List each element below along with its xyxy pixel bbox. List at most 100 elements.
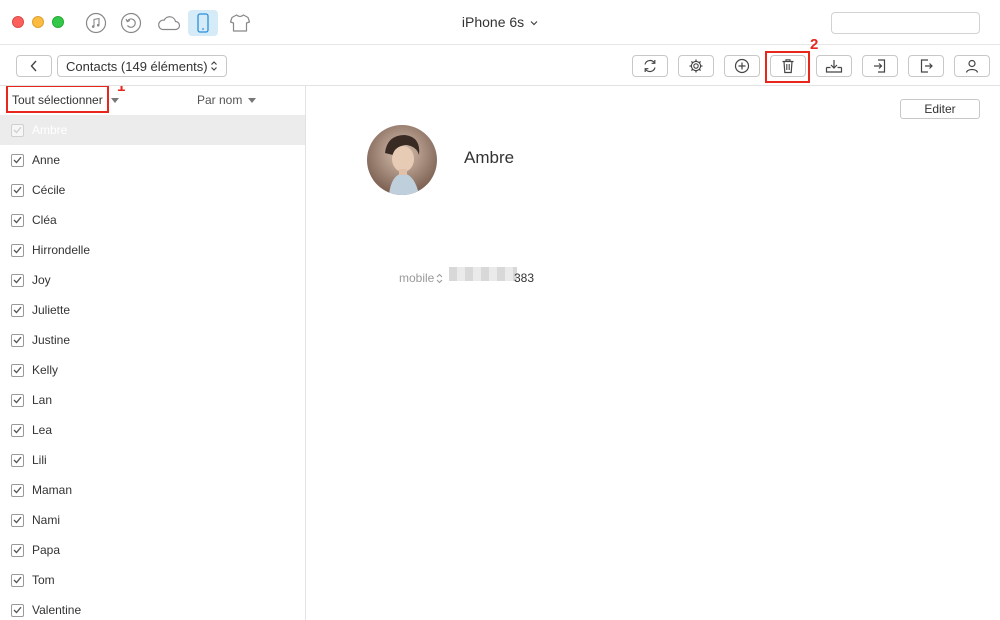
checkmark-icon xyxy=(13,366,22,374)
back-button[interactable] xyxy=(16,55,52,77)
cloud-icon[interactable] xyxy=(155,10,183,36)
contact-row[interactable]: Lea xyxy=(0,415,305,445)
contact-name: Tom xyxy=(32,573,55,587)
list-header: 1 Tout sélectionner Par nom xyxy=(0,86,305,114)
checkmark-icon xyxy=(13,336,22,344)
contact-checkbox[interactable] xyxy=(11,153,24,167)
step-1-number: 1 xyxy=(117,86,126,95)
contact-checkbox[interactable] xyxy=(11,513,24,527)
category-label: Contacts (149 éléments) xyxy=(66,58,208,74)
contact-row[interactable]: Cléa xyxy=(0,205,305,235)
contact-name: Cécile xyxy=(32,183,66,197)
contact-button[interactable] xyxy=(954,55,990,77)
checkmark-icon xyxy=(13,516,22,524)
contact-checkbox[interactable] xyxy=(11,363,24,377)
device-selector[interactable]: iPhone 6s xyxy=(440,14,560,30)
contact-checkbox[interactable] xyxy=(11,243,24,257)
contact-checkbox[interactable] xyxy=(11,453,24,467)
toolbar: Contacts (149 éléments) 2 xyxy=(0,36,1000,86)
refresh-button[interactable] xyxy=(632,55,668,77)
contact-icon xyxy=(965,59,979,73)
checkmark-icon xyxy=(13,576,22,584)
contact-row[interactable]: Justine xyxy=(0,325,305,355)
contact-row[interactable]: Valentine xyxy=(0,595,305,620)
contact-checkbox[interactable] xyxy=(11,123,24,137)
contact-name: Joy xyxy=(32,273,51,287)
contact-checkbox[interactable] xyxy=(11,303,24,317)
phone-type-selector[interactable]: mobile xyxy=(399,271,443,285)
contact-row[interactable]: Juliette xyxy=(0,295,305,325)
download-icon xyxy=(825,60,843,73)
checkmark-icon xyxy=(13,126,22,134)
contact-row[interactable]: Kelly xyxy=(0,355,305,385)
select-all-dropdown-icon[interactable] xyxy=(111,98,119,103)
phone-type-label: mobile xyxy=(399,271,435,285)
contact-name: Justine xyxy=(32,333,71,347)
search-box[interactable] xyxy=(831,12,997,34)
window-close-button[interactable] xyxy=(12,16,24,28)
checkmark-icon xyxy=(13,306,22,314)
contact-checkbox[interactable] xyxy=(11,423,24,437)
contact-name: Cléa xyxy=(32,213,57,227)
sort-dropdown[interactable]: Par nom xyxy=(197,93,257,107)
contact-list-panel: 1 Tout sélectionner Par nom Ambre Anne Céc… xyxy=(0,86,306,620)
contact-row[interactable]: Maman xyxy=(0,475,305,505)
window-maximize-button[interactable] xyxy=(52,16,64,28)
contact-checkbox[interactable] xyxy=(11,183,24,197)
export-button[interactable] xyxy=(908,55,944,77)
import-button[interactable] xyxy=(862,55,898,77)
shirt-icon[interactable] xyxy=(227,10,253,36)
import-icon xyxy=(874,59,886,73)
contact-row[interactable]: Ambre xyxy=(0,115,305,145)
contact-row[interactable]: Lan xyxy=(0,385,305,415)
search-input[interactable] xyxy=(842,16,997,30)
window-minimize-button[interactable] xyxy=(32,16,44,28)
chevron-left-icon xyxy=(30,60,37,72)
edit-button[interactable]: Editer xyxy=(900,99,980,119)
contact-row[interactable]: Joy xyxy=(0,265,305,295)
contact-row[interactable]: Nami xyxy=(0,505,305,535)
contact-checkbox[interactable] xyxy=(11,213,24,227)
phone-icon[interactable] xyxy=(188,10,218,36)
checkmark-icon xyxy=(13,546,22,554)
contact-name: Hirrondelle xyxy=(32,243,91,257)
category-select[interactable]: Contacts (149 éléments) xyxy=(57,55,227,77)
contact-name: Lili xyxy=(32,453,47,467)
contact-checkbox[interactable] xyxy=(11,603,24,617)
contact-checkbox[interactable] xyxy=(11,483,24,497)
download-to-computer-button[interactable] xyxy=(816,55,852,77)
contact-name: Anne xyxy=(32,153,61,167)
export-icon xyxy=(920,59,933,73)
checkmark-icon xyxy=(13,246,22,254)
contact-checkbox[interactable] xyxy=(11,333,24,347)
phone-number-redacted xyxy=(449,267,517,281)
contact-row[interactable]: Tom xyxy=(0,565,305,595)
settings-button[interactable] xyxy=(678,55,714,77)
contact-name: Valentine xyxy=(32,603,82,617)
contact-row[interactable]: Cécile xyxy=(0,175,305,205)
contact-checkbox[interactable] xyxy=(11,273,24,287)
contact-row[interactable]: Hirrondelle xyxy=(0,235,305,265)
music-icon[interactable] xyxy=(83,10,109,36)
select-all-button[interactable]: Tout sélectionner xyxy=(12,93,103,107)
updown-arrows-icon xyxy=(211,61,217,71)
checkmark-icon xyxy=(13,276,22,284)
add-button[interactable] xyxy=(724,55,760,77)
contact-name: Nami xyxy=(32,513,61,527)
checkmark-icon xyxy=(13,396,22,404)
contact-name: Juliette xyxy=(32,303,71,317)
phone-number-value[interactable]: 383 xyxy=(514,271,534,285)
contact-row[interactable]: Papa xyxy=(0,535,305,565)
contact-row[interactable]: Anne xyxy=(0,145,305,175)
title-bar: iPhone 6s xyxy=(0,0,1000,45)
device-name: iPhone 6s xyxy=(461,14,525,30)
checkmark-icon xyxy=(13,456,22,464)
contact-row[interactable]: Lili xyxy=(0,445,305,475)
contact-name: Lea xyxy=(32,423,53,437)
contact-checkbox[interactable] xyxy=(11,393,24,407)
contact-checkbox[interactable] xyxy=(11,573,24,587)
contact-name-title: Ambre xyxy=(464,148,515,167)
restore-icon[interactable] xyxy=(118,10,144,36)
contact-checkbox[interactable] xyxy=(11,543,24,557)
checkmark-icon xyxy=(13,606,22,614)
